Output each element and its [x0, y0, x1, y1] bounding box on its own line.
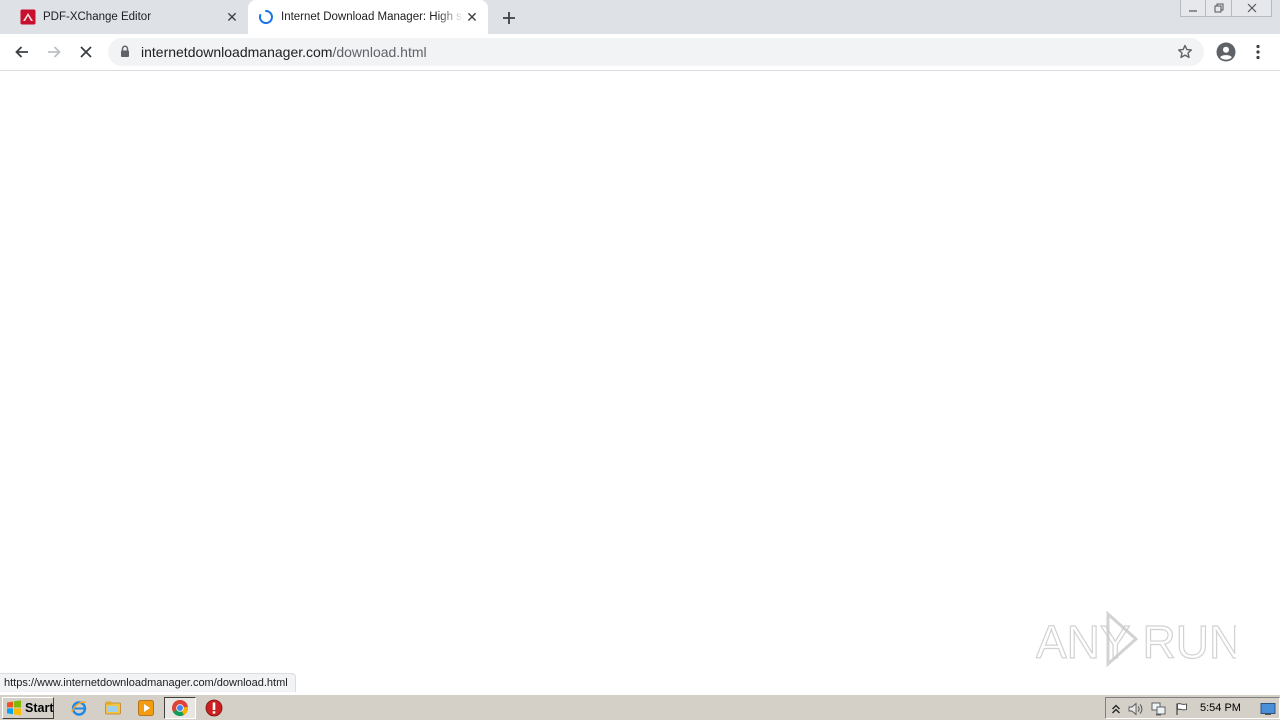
close-icon — [1247, 3, 1256, 13]
chrome-icon — [172, 699, 189, 716]
address-bar[interactable]: internetdownloadmanager.com/download.htm… — [108, 38, 1204, 66]
restore-button[interactable] — [1206, 0, 1232, 17]
loading-spinner-icon — [258, 9, 274, 25]
close-tab-icon[interactable]: ✕ — [224, 9, 240, 25]
clock[interactable]: 5:54 PM — [1200, 702, 1241, 714]
browser-toolbar: internetdownloadmanager.com/download.htm… — [0, 34, 1280, 71]
tab-internet-download-manager[interactable]: Internet Download Manager: High sp ✕ — [248, 0, 488, 34]
tab-pdf-xchange[interactable]: PDF-XChange Editor ✕ — [0, 0, 248, 34]
action-center-flag-icon[interactable] — [1174, 701, 1190, 717]
media-player-icon[interactable] — [136, 698, 156, 718]
stop-loading-button[interactable] — [73, 39, 99, 65]
close-window-button[interactable] — [1232, 0, 1272, 17]
anyrun-watermark: ANY RUN — [1035, 606, 1243, 672]
arrow-right-icon — [48, 46, 61, 58]
start-button[interactable]: Start — [2, 697, 54, 719]
system-tray: 5:54 PM — [1105, 697, 1280, 719]
windows-logo-icon — [6, 700, 22, 716]
new-tab-button[interactable] — [498, 7, 520, 29]
menu-button[interactable] — [1245, 39, 1271, 65]
url-host: internetdownloadmanager.com — [141, 44, 333, 60]
stop-icon — [80, 46, 92, 58]
profile-button[interactable] — [1213, 39, 1239, 65]
minimize-icon — [1189, 10, 1197, 12]
tab-title: PDF-XChange Editor — [43, 11, 152, 23]
url-path: /download.html — [332, 44, 427, 60]
volume-icon[interactable] — [1128, 701, 1144, 717]
page-content — [0, 72, 1280, 692]
forward-button[interactable] — [41, 39, 67, 65]
window-controls — [1180, 0, 1272, 18]
more-vertical-icon — [1256, 44, 1260, 60]
tab-strip: PDF-XChange Editor ✕ Internet Download M… — [0, 0, 1280, 34]
bookmark-star-icon[interactable] — [1176, 43, 1194, 61]
lock-icon — [120, 45, 130, 63]
internet-explorer-icon[interactable] — [69, 698, 89, 718]
taskbar: Start 5:54 PM — [0, 694, 1280, 720]
show-hidden-icons-icon[interactable] — [1108, 701, 1124, 717]
plus-icon — [503, 12, 515, 24]
close-tab-icon[interactable]: ✕ — [464, 9, 480, 25]
stop-sign-app-icon[interactable] — [204, 698, 224, 718]
watermark-text: ANY RUN — [1036, 616, 1236, 668]
status-url-bubble: https://www.internetdownloadmanager.com/… — [0, 673, 296, 692]
url-text: internetdownloadmanager.com/download.htm… — [141, 44, 427, 60]
start-label: Start — [25, 701, 54, 715]
restore-icon — [1214, 3, 1223, 13]
show-desktop-icon[interactable] — [1260, 701, 1276, 717]
account-icon — [1216, 42, 1236, 62]
chrome-taskbar-button[interactable] — [164, 697, 196, 719]
arrow-left-icon — [15, 46, 28, 58]
file-explorer-icon[interactable] — [103, 698, 123, 718]
tab-title: Internet Download Manager: High sp — [281, 11, 464, 23]
minimize-button[interactable] — [1180, 0, 1206, 17]
back-button[interactable] — [9, 39, 35, 65]
network-icon[interactable] — [1151, 701, 1167, 717]
pdf-xchange-icon — [20, 9, 36, 25]
